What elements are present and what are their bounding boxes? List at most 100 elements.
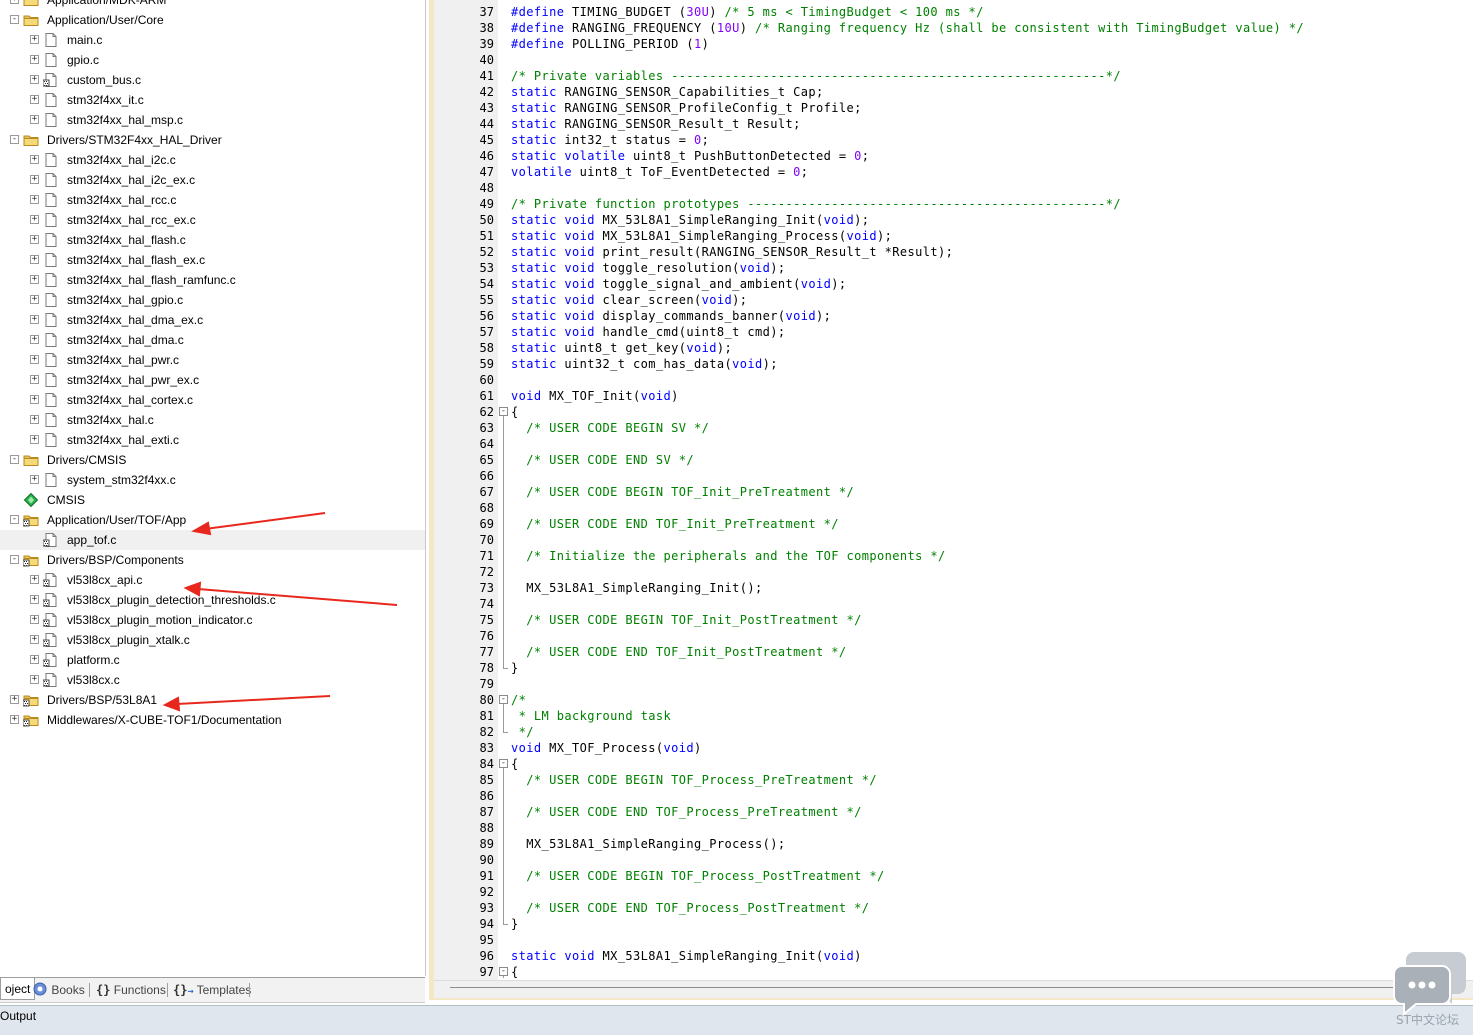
code-line[interactable]: static uint8_t get_key(void); [511,340,732,356]
tree-file[interactable]: + stm32f4xx_hal_i2c_ex.c [0,170,425,190]
tree-file[interactable]: + vl53l8cx_plugin_xtalk.c [0,630,425,650]
expand-icon[interactable]: + [30,55,39,64]
tree-group[interactable]: + Drivers/BSP/53L8A1 [0,690,425,710]
collapse-icon[interactable]: - [10,555,19,564]
tree-group[interactable]: + Application/MDK-ARM [0,0,425,10]
code-line[interactable]: /* Private function prototypes ---------… [511,196,1121,212]
code-line[interactable]: static void toggle_signal_and_ambient(vo… [511,276,847,292]
tree-file[interactable]: + stm32f4xx_hal_exti.c [0,430,425,450]
code-line[interactable]: /* USER CODE END SV */ [511,452,694,468]
code-line[interactable]: static volatile uint8_t PushButtonDetect… [511,148,869,164]
expand-icon[interactable]: + [30,155,39,164]
tree-file[interactable]: + stm32f4xx_hal_pwr.c [0,350,425,370]
code-line[interactable]: #define RANGING_FREQUENCY (10U) /* Rangi… [511,20,1304,36]
fold-toggle-icon[interactable]: - [499,407,508,416]
expand-icon[interactable]: + [30,615,39,624]
tree-file[interactable]: + stm32f4xx_hal_pwr_ex.c [0,370,425,390]
tree-file[interactable]: CMSIS [0,490,425,510]
code-line[interactable]: void MX_TOF_Init(void) [511,388,679,404]
tree-file[interactable]: + stm32f4xx_hal_msp.c [0,110,425,130]
expand-icon[interactable]: + [30,395,39,404]
expand-icon[interactable]: + [30,575,39,584]
tree-file[interactable]: + stm32f4xx_hal_dma_ex.c [0,310,425,330]
tab-books[interactable]: Books [28,981,89,999]
tree-file[interactable]: + gpio.c [0,50,425,70]
code-line[interactable]: static void handle_cmd(uint8_t cmd); [511,324,786,340]
collapse-icon[interactable]: - [10,515,19,524]
code-line[interactable]: /* USER CODE BEGIN TOF_Process_PreTreatm… [511,772,877,788]
code-line[interactable]: /* USER CODE BEGIN TOF_Process_PostTreat… [511,868,885,884]
code-line[interactable]: } [511,916,519,932]
code-line[interactable]: /* USER CODE BEGIN TOF_Init_PreTreatment… [511,484,854,500]
code-line[interactable]: { [511,964,519,980]
code-line[interactable]: * LM background task [511,708,671,724]
collapse-icon[interactable]: - [10,135,19,144]
code-line[interactable]: MX_53L8A1_SimpleRanging_Process(); [511,836,786,852]
output-panel-header[interactable]: Output [0,1005,1473,1035]
expand-icon[interactable]: + [30,355,39,364]
editor-horizontal-scrollbar[interactable] [434,980,1473,998]
code-line[interactable]: /* USER CODE END TOF_Init_PreTreatment *… [511,516,839,532]
code-line[interactable]: /* Initialize the peripherals and the TO… [511,548,946,564]
code-line[interactable]: MX_53L8A1_SimpleRanging_Init(); [511,580,763,596]
code-line[interactable]: void MX_TOF_Process(void) [511,740,702,756]
collapse-icon[interactable]: - [10,455,19,464]
fold-toggle-icon[interactable]: - [499,967,508,976]
tree-file[interactable]: + main.c [0,30,425,50]
tab-functions[interactable]: {} Functions [92,981,170,999]
tree-file[interactable]: + system_stm32f4xx.c [0,470,425,490]
code-line[interactable]: /* [511,692,526,708]
expand-icon[interactable]: + [30,595,39,604]
code-line[interactable]: static void display_commands_banner(void… [511,308,831,324]
code-line[interactable]: } [511,660,519,676]
expand-icon[interactable]: + [10,715,19,724]
tree-file[interactable]: + custom_bus.c [0,70,425,90]
code-line[interactable]: volatile uint8_t ToF_EventDetected = 0; [511,164,808,180]
tree-file[interactable]: + stm32f4xx_hal_flash_ex.c [0,250,425,270]
code-line[interactable]: static RANGING_SENSOR_Capabilities_t Cap… [511,84,824,100]
expand-icon[interactable]: + [30,175,39,184]
tree-file[interactable]: + vl53l8cx.c [0,670,425,690]
tree-file[interactable]: + vl53l8cx_plugin_motion_indicator.c [0,610,425,630]
project-tree[interactable]: + Application/MDK-ARM - Application/User/Co… [0,0,426,976]
expand-icon[interactable]: + [30,275,39,284]
tree-file[interactable]: app_tof.c [0,530,425,550]
expand-icon[interactable]: + [30,75,39,84]
code-line[interactable]: static void MX_53L8A1_SimpleRanging_Proc… [511,228,892,244]
expand-icon[interactable]: + [30,435,39,444]
expand-icon[interactable]: + [30,375,39,384]
tree-file[interactable]: + stm32f4xx_hal_flash.c [0,230,425,250]
expand-icon[interactable]: + [30,35,39,44]
code-line[interactable]: static void MX_53L8A1_SimpleRanging_Init… [511,948,862,964]
code-line[interactable]: { [511,404,519,420]
code-line[interactable]: /* USER CODE BEGIN SV */ [511,420,709,436]
expand-icon[interactable]: + [10,0,19,4]
tree-file[interactable]: + stm32f4xx_hal_dma.c [0,330,425,350]
fold-toggle-icon[interactable]: - [499,695,508,704]
code-line[interactable]: static void print_result(RANGING_SENSOR_… [511,244,953,260]
expand-icon[interactable]: + [30,255,39,264]
tree-file[interactable]: + stm32f4xx_hal_cortex.c [0,390,425,410]
tree-file[interactable]: + stm32f4xx_hal_rcc.c [0,190,425,210]
expand-icon[interactable]: + [30,295,39,304]
expand-icon[interactable]: + [30,415,39,424]
code-line[interactable]: static void clear_screen(void); [511,292,747,308]
expand-icon[interactable]: + [30,95,39,104]
code-line[interactable]: /* USER CODE BEGIN TOF_Init_PostTreatmen… [511,612,862,628]
code-line[interactable]: #define POLLING_PERIOD (1) [511,36,709,52]
code-line[interactable]: /* USER CODE END TOF_Init_PostTreatment … [511,644,846,660]
tree-group[interactable]: + Middlewares/X-CUBE-TOF1/Documentation [0,710,425,730]
expand-icon[interactable]: + [30,195,39,204]
expand-icon[interactable]: + [30,215,39,224]
expand-icon[interactable]: + [30,475,39,484]
tree-group[interactable]: - Drivers/BSP/Components [0,550,425,570]
code-line[interactable]: static void toggle_resolution(void); [511,260,786,276]
expand-icon[interactable]: + [30,315,39,324]
tree-file[interactable]: + vl53l8cx_plugin_detection_thresholds.c [0,590,425,610]
tree-group[interactable]: - Drivers/STM32F4xx_HAL_Driver [0,130,425,150]
expand-icon[interactable]: + [30,635,39,644]
tree-file[interactable]: + stm32f4xx_hal_rcc_ex.c [0,210,425,230]
code-line[interactable]: static uint32_t com_has_data(void); [511,356,778,372]
expand-icon[interactable]: + [30,655,39,664]
code-line[interactable]: #define TIMING_BUDGET (30U) /* 5 ms < Ti… [511,4,984,20]
